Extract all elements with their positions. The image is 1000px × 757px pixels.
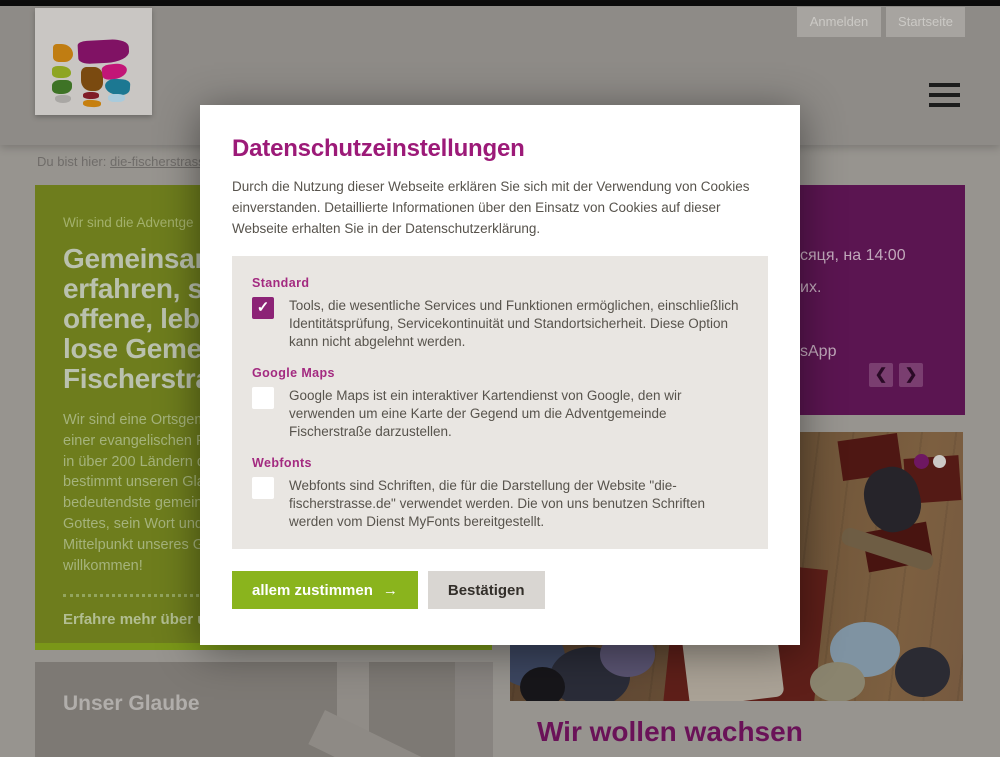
logo-mosaic-icon [53, 44, 73, 62]
option-description: Tools, die wesentliche Services und Funk… [289, 297, 748, 351]
option-description: Google Maps ist ein interaktiver Kartend… [289, 387, 748, 441]
startseite-button[interactable]: Startseite [886, 7, 965, 37]
slider-prev-button[interactable]: ❮ [869, 363, 893, 387]
consent-option-webfonts: Webfonts Webfonts sind Schriften, die fü… [252, 456, 748, 531]
modal-intro-text: Durch die Nutzung dieser Webseite erklär… [232, 176, 768, 239]
arrow-right-icon: → [383, 582, 398, 599]
option-label: Webfonts [252, 456, 748, 470]
breadcrumb: Du bist hier: die-fischerstrass [37, 154, 205, 169]
carousel-dot[interactable] [933, 455, 946, 468]
anmelden-button[interactable]: Anmelden [797, 7, 881, 37]
carousel-dot-active[interactable] [914, 454, 929, 469]
check-icon: ✓ [257, 299, 270, 316]
site-logo[interactable] [35, 8, 152, 115]
consent-options-panel: Standard ✓ Tools, die wesentliche Servic… [232, 256, 768, 549]
slider-next-button[interactable]: ❯ [899, 363, 923, 387]
breadcrumb-prefix: Du bist hier: [37, 154, 106, 169]
wir-wollen-wachsen-heading[interactable]: Wir wollen wachsen [537, 716, 803, 748]
teaser-whatsapp-link[interactable]: sApp [800, 343, 836, 361]
webfonts-checkbox[interactable] [252, 477, 274, 499]
menu-icon[interactable] [929, 83, 960, 108]
consent-option-google-maps: Google Maps Google Maps ist ein interakt… [252, 366, 748, 441]
unser-glaube-tile[interactable]: Unser Glaube [35, 662, 493, 757]
accept-all-button[interactable]: allem zustimmen→ [232, 571, 418, 609]
google-maps-checkbox[interactable] [252, 387, 274, 409]
chevron-left-icon: ❮ [875, 366, 888, 383]
breadcrumb-home-link[interactable]: die-fischerstrass [110, 154, 205, 169]
option-label: Google Maps [252, 366, 748, 380]
unser-glaube-heading: Unser Glaube [63, 692, 200, 716]
chevron-right-icon: ❯ [905, 366, 918, 383]
confirm-button[interactable]: Bestätigen [428, 571, 545, 609]
option-description: Webfonts sind Schriften, die für die Dar… [289, 477, 748, 531]
teaser-text-line: их. [800, 279, 821, 297]
privacy-settings-modal: Datenschutzeinstellungen Durch die Nutzu… [200, 105, 800, 645]
option-label: Standard [252, 276, 748, 290]
consent-option-standard: Standard ✓ Tools, die wesentliche Servic… [252, 276, 748, 351]
modal-title: Datenschutzeinstellungen [232, 135, 768, 163]
standard-checkbox[interactable]: ✓ [252, 297, 274, 319]
teaser-text-line: сяця, на 14:00 [800, 247, 906, 265]
